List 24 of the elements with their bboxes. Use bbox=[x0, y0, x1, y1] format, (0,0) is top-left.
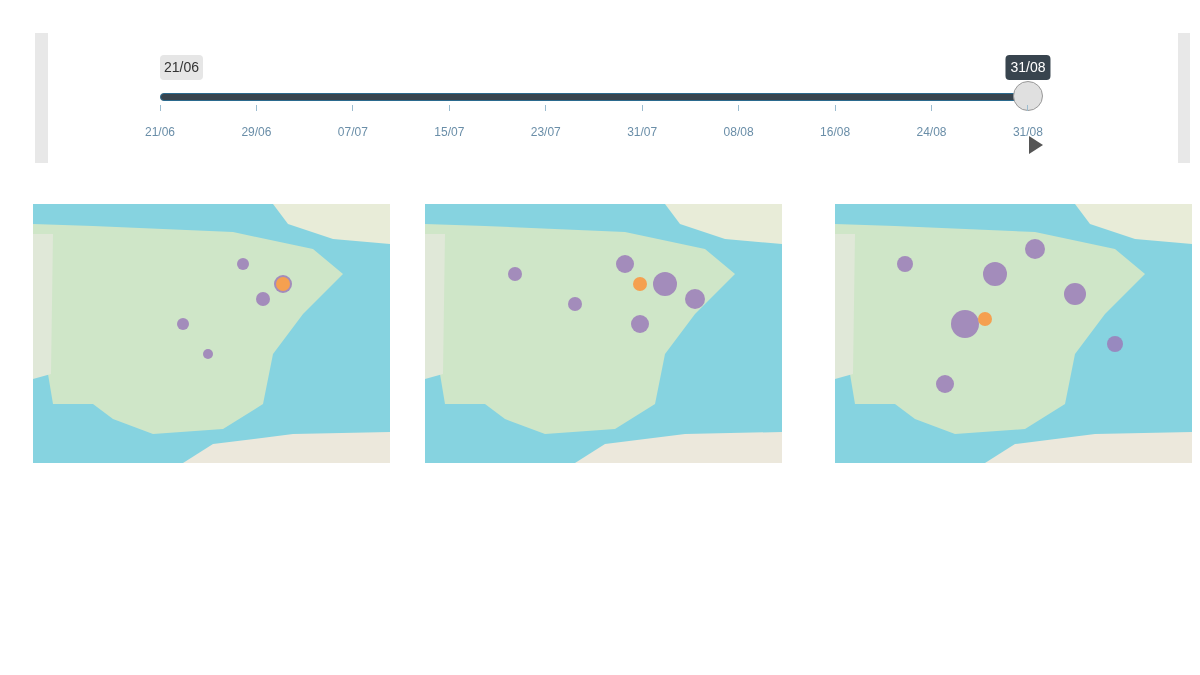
tick-mark bbox=[931, 105, 932, 111]
tick-label: 16/08 bbox=[820, 124, 851, 141]
tick-label: 08/08 bbox=[723, 124, 754, 141]
tick-label: 23/07 bbox=[530, 124, 561, 141]
tick-label: 31/08 bbox=[1012, 124, 1043, 141]
tick-mark bbox=[159, 105, 161, 111]
tick-label: 21/06 bbox=[145, 124, 175, 141]
slider-handle[interactable] bbox=[1013, 81, 1043, 111]
tick-mark bbox=[834, 105, 836, 111]
tick-label: 15/07 bbox=[434, 124, 465, 141]
min-label: 21/06 bbox=[160, 55, 204, 80]
tick-mark bbox=[1027, 105, 1029, 111]
play-icon[interactable] bbox=[1028, 136, 1044, 154]
tick-mark bbox=[545, 105, 547, 111]
tick-label: 29/06 bbox=[241, 124, 272, 141]
tick-mark bbox=[448, 105, 450, 111]
tick-label: 31/07 bbox=[627, 124, 658, 141]
tick-mark bbox=[255, 105, 257, 111]
value-label: 31/08 bbox=[1005, 55, 1051, 80]
tick-label: 24/08 bbox=[916, 124, 947, 141]
tick-label: 07/07 bbox=[337, 124, 368, 141]
tick-mark bbox=[641, 105, 643, 111]
tick-mark bbox=[738, 105, 740, 111]
tick-mark bbox=[352, 105, 354, 111]
